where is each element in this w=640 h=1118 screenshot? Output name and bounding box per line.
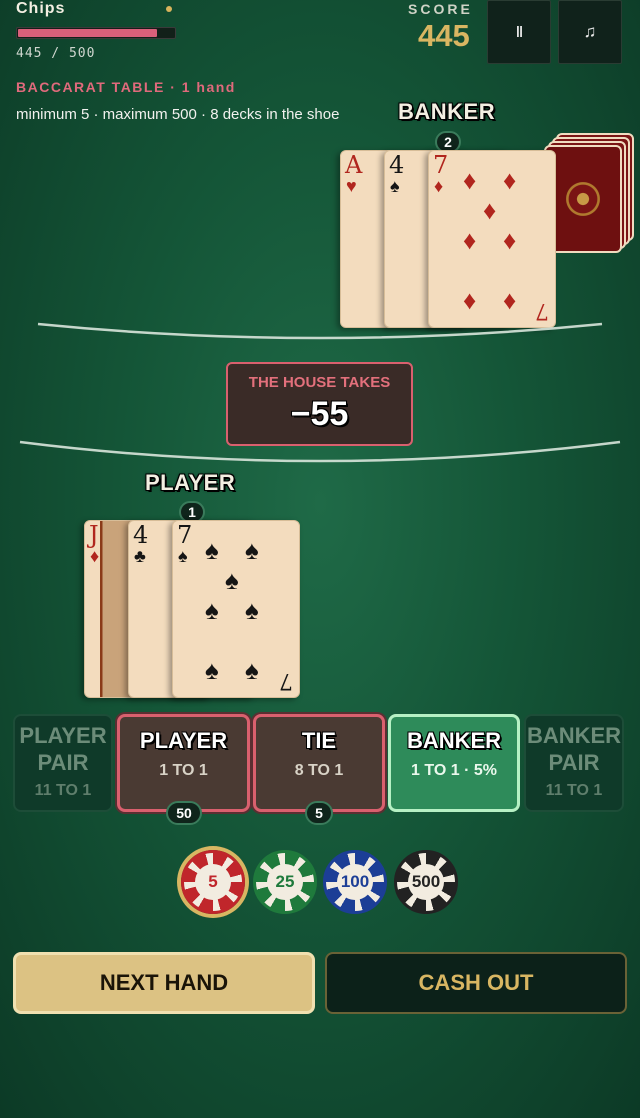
card-rank: 4 (133, 521, 149, 549)
chips-title: Chips (16, 0, 66, 17)
card-rank: J (89, 521, 99, 549)
chips-count: 445 / 500 (16, 46, 96, 61)
bet-banker[interactable]: BANKER 1 TO 1 · 5% (388, 714, 520, 812)
bet-name: PLAYER (139, 728, 228, 753)
diamond-icon: ♦ (503, 165, 517, 195)
bet-odds: 11 TO 1 (34, 782, 92, 799)
chip-25[interactable]: 25 (253, 850, 317, 914)
spade-icon: ♠ (205, 535, 219, 565)
diamond-icon: ♦ (434, 176, 444, 196)
bet-name: TIE (301, 728, 337, 753)
bet-odds: 1 TO 1 · 5% (411, 762, 497, 779)
chip-value: 100 (337, 864, 373, 900)
stake-badge-player: 50 (166, 801, 202, 825)
club-icon: ♣ (134, 546, 146, 566)
chips-bar (16, 27, 176, 39)
stake-badge-tie: 5 (305, 801, 333, 825)
diamond-icon: ♦ (463, 225, 477, 255)
spade-icon: ♠ (245, 655, 259, 685)
diamond-icon: ♦ (463, 165, 477, 195)
player-label: PLAYER (145, 470, 236, 495)
card-rank: 7 (433, 151, 449, 179)
bet-odds: 1 TO 1 (159, 762, 208, 779)
diamond-icon: ♦ (483, 195, 497, 225)
chip-value: 25 (267, 864, 303, 900)
score-value: 445 (418, 18, 470, 53)
diamond-icon: ♦ (90, 546, 100, 566)
spade-icon: ♠ (205, 655, 219, 685)
music-icon: ♫ (583, 22, 597, 41)
banker-label: BANKER (398, 99, 496, 124)
table-title: BACCARAT TABLE · 1 hand (16, 79, 236, 95)
bet-tie[interactable]: TIE 8 TO 1 (253, 714, 385, 812)
next-hand-button[interactable]: NEXT HAND (13, 952, 315, 1014)
bet-odds: 11 TO 1 (545, 782, 603, 799)
result-box: THE HOUSE TAKES −55 (226, 362, 413, 446)
spade-icon: ♠ (245, 535, 259, 565)
card-rank: A (345, 151, 363, 179)
cash-out-button[interactable]: CASH OUT (325, 952, 627, 1014)
bet-player-pair[interactable]: PLAYER PAIR 11 TO 1 (13, 714, 113, 812)
chip-value: 500 (408, 864, 444, 900)
pause-icon: ǁ (515, 23, 524, 41)
score-label: SCORE (408, 1, 473, 17)
heart-icon: ♥ (346, 176, 357, 196)
spade-icon: ♠ (205, 595, 219, 625)
spade-icon: ♠ (225, 565, 239, 595)
card-rank: 4 (389, 151, 405, 179)
chip-100[interactable]: 100 (323, 850, 387, 914)
chip-5[interactable]: 5 (181, 850, 245, 914)
spade-icon: ♠ (390, 176, 400, 196)
chip-value: 5 (195, 864, 231, 900)
bet-name: BANKER (406, 728, 502, 753)
music-button[interactable]: ♫ (558, 0, 622, 64)
table-limits: minimum 5 · maximum 500 · 8 decks in the… (16, 106, 340, 123)
card-rank-inverted: 7 (279, 668, 293, 693)
bet-banker-pair[interactable]: BANKER PAIR 11 TO 1 (524, 714, 624, 812)
chips-indicator-dot (166, 6, 172, 12)
result-value: −55 (290, 395, 349, 433)
bet-name: BANKER PAIR (526, 723, 622, 775)
diamond-icon: ♦ (503, 225, 517, 255)
spade-icon: ♠ (245, 595, 259, 625)
bet-player[interactable]: PLAYER 1 TO 1 (117, 714, 250, 812)
card-rank: 7 (177, 521, 193, 549)
result-label: THE HOUSE TAKES (248, 374, 391, 391)
bet-odds: 8 TO 1 (294, 762, 344, 779)
chip-500[interactable]: 500 (394, 850, 458, 914)
bet-name: PLAYER PAIR (19, 723, 107, 775)
spade-icon: ♠ (178, 546, 188, 566)
chips-bar-fill (18, 29, 157, 37)
player-card-3: 7 ♠ ♠ ♠ ♠ ♠ ♠ ♠ ♠ 7 (172, 520, 300, 698)
pause-button[interactable]: ǁ (487, 0, 551, 64)
